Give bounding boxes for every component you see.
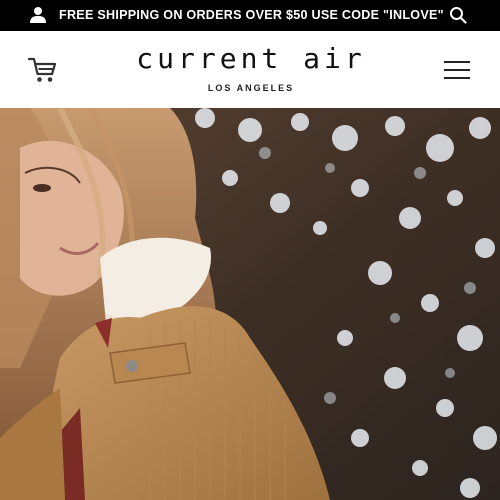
- promo-bar: FREE SHIPPING ON ORDERS OVER $50 USE COD…: [0, 0, 500, 31]
- logo-wordmark: current air: [136, 42, 366, 75]
- site-header: current air LOS ANGELES: [0, 31, 500, 109]
- user-icon[interactable]: [29, 6, 47, 24]
- hero-image[interactable]: [0, 108, 500, 500]
- cart-icon[interactable]: [28, 56, 58, 84]
- search-icon[interactable]: [449, 6, 467, 24]
- logo-tagline: LOS ANGELES: [207, 83, 295, 93]
- site-logo[interactable]: current air LOS ANGELES: [125, 41, 377, 99]
- hamburger-menu-icon[interactable]: [443, 59, 471, 81]
- promo-text: FREE SHIPPING ON ORDERS OVER $50 USE COD…: [59, 8, 444, 22]
- hero-photo: [0, 108, 500, 500]
